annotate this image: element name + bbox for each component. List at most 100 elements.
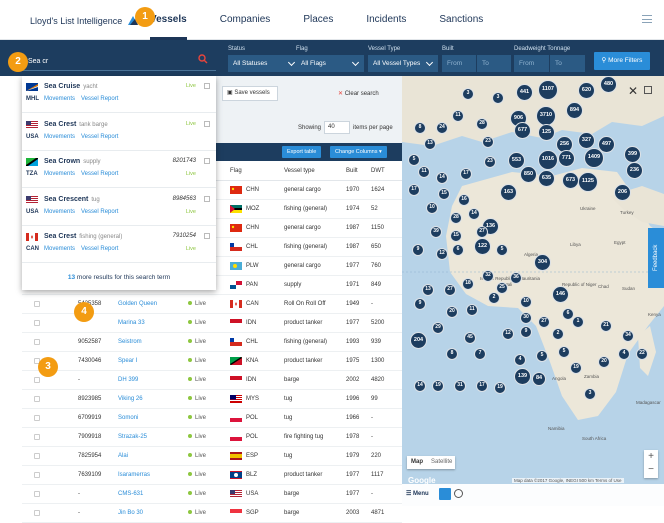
table-row[interactable]: - CMS-631 Live USA barge 1977 - bbox=[22, 485, 402, 504]
vessel-cluster[interactable]: 24 bbox=[436, 122, 448, 134]
row-checkbox[interactable] bbox=[34, 510, 40, 516]
per-page-select[interactable]: 40 bbox=[324, 121, 351, 134]
vessel-cluster[interactable]: 146 bbox=[552, 286, 569, 303]
vessel-cluster[interactable]: 163 bbox=[500, 184, 517, 201]
vessel-cluster[interactable]: 10 bbox=[426, 202, 438, 214]
search-result-item[interactable]: MHL Sea Cruise yacht Movements Vessel Report… bbox=[22, 76, 216, 113]
vessel-cluster[interactable]: 441 bbox=[516, 84, 533, 101]
vessel-cluster[interactable]: 27 bbox=[476, 226, 488, 238]
vessel-cluster[interactable]: 1409 bbox=[584, 148, 604, 168]
vessel-cluster[interactable]: 5 bbox=[408, 154, 420, 166]
vessel-cluster[interactable]: 13 bbox=[424, 138, 436, 150]
vessel-cluster[interactable]: 399 bbox=[624, 146, 641, 163]
search-input[interactable] bbox=[28, 55, 188, 67]
row-checkbox[interactable] bbox=[34, 472, 40, 478]
zoom-in-button[interactable]: + bbox=[644, 450, 658, 463]
flag-select[interactable]: All Flags bbox=[296, 55, 364, 72]
vessel-cluster[interactable]: 45 bbox=[464, 332, 476, 344]
row-checkbox[interactable] bbox=[34, 415, 40, 421]
result-checkbox[interactable] bbox=[204, 233, 210, 240]
vessel-cluster[interactable]: 553 bbox=[508, 152, 525, 169]
vessel-cluster[interactable]: 15 bbox=[450, 230, 462, 242]
vessel-cluster[interactable]: 771 bbox=[558, 150, 575, 167]
vessel-cluster[interactable]: 677 bbox=[514, 122, 531, 139]
vessel-cluster[interactable]: 14 bbox=[436, 172, 448, 184]
table-row[interactable]: 7909918 Strazak-25 Live POL fire fighting tu… bbox=[22, 428, 402, 447]
vessel-cluster[interactable]: 635 bbox=[538, 170, 555, 187]
vessel-cluster[interactable]: 8 bbox=[414, 122, 426, 134]
table-row[interactable]: 7825954 Alai Live ESP tug 1979 220 bbox=[22, 447, 402, 466]
vessel-cluster[interactable]: 15 bbox=[438, 188, 450, 200]
vessel-cluster[interactable]: 34 bbox=[622, 330, 634, 342]
vessel-cluster[interactable]: 30 bbox=[520, 312, 532, 324]
row-vessel-name[interactable]: Isaramerras bbox=[118, 472, 150, 478]
search-icon[interactable] bbox=[198, 54, 208, 64]
vessel-cluster[interactable]: 23 bbox=[482, 136, 494, 148]
row-checkbox[interactable] bbox=[34, 396, 40, 402]
row-vessel-name[interactable]: Spear I bbox=[118, 358, 137, 364]
movements-link[interactable]: Movements bbox=[44, 96, 75, 102]
vessel-cluster[interactable]: 19 bbox=[570, 362, 582, 374]
more-filters-button[interactable]: ⚲ More Filters bbox=[594, 52, 650, 70]
row-vessel-name[interactable]: CMS-631 bbox=[118, 491, 143, 497]
vessel-cluster[interactable]: 673 bbox=[562, 172, 579, 189]
result-vessel-name[interactable]: Sea Crown supply bbox=[44, 158, 101, 165]
row-checkbox[interactable] bbox=[34, 491, 40, 497]
movements-link[interactable]: Movements bbox=[44, 171, 75, 177]
vessel-cluster[interactable]: 1016 bbox=[538, 150, 558, 170]
vessel-cluster[interactable]: 9 bbox=[520, 326, 532, 338]
tab-sanctions[interactable]: Sanctions bbox=[439, 0, 516, 40]
map-attribution[interactable]: Map data ©2017 Google, INEGI 500 km Term… bbox=[512, 478, 624, 483]
vessel-cluster[interactable]: 28 bbox=[450, 212, 462, 224]
vessel-cluster[interactable]: 1107 bbox=[538, 80, 558, 100]
save-vessels-button[interactable]: ▣ Save vessels bbox=[222, 86, 278, 101]
table-row[interactable]: 9052587 Seistrom Live CHL fishing (general) 1… bbox=[22, 333, 402, 352]
vessel-cluster[interactable]: 8 bbox=[446, 348, 458, 360]
vessel-cluster[interactable]: 22 bbox=[636, 348, 648, 360]
vessel-cluster[interactable]: 14 bbox=[414, 380, 426, 392]
tab-incidents[interactable]: Incidents bbox=[366, 0, 439, 40]
vessel-report-link[interactable]: Vessel Report bbox=[81, 96, 118, 102]
row-checkbox[interactable] bbox=[34, 377, 40, 383]
expand-map-icon[interactable] bbox=[644, 86, 652, 94]
change-columns-button[interactable]: Change Columns ▾ bbox=[330, 146, 387, 158]
vessel-cluster[interactable]: 122 bbox=[474, 238, 491, 255]
map-menu-button[interactable]: ☰ Menu bbox=[406, 490, 429, 497]
vessel-type-select[interactable]: All Vessel Types bbox=[368, 55, 438, 72]
vessel-cluster[interactable]: 304 bbox=[534, 254, 551, 271]
vessel-map[interactable]: Ukraine Turkey Libya Egypt Algeria Chad Sudan M… bbox=[402, 76, 664, 506]
vessel-cluster[interactable]: 4 bbox=[618, 348, 630, 360]
row-checkbox[interactable] bbox=[34, 339, 40, 345]
vessel-cluster[interactable]: 6 bbox=[452, 244, 464, 256]
dwt-to-input[interactable]: To bbox=[550, 55, 585, 72]
more-results-link[interactable]: 13 more results for this search term bbox=[22, 265, 216, 290]
brand-logo[interactable]: Lloyd's List Intelligence bbox=[30, 14, 140, 28]
satellite-view-button[interactable]: Satellite bbox=[427, 456, 456, 469]
vessel-cluster[interactable]: 32 bbox=[482, 270, 494, 282]
vessel-cluster[interactable]: 23 bbox=[484, 156, 496, 168]
vessel-cluster[interactable]: 894 bbox=[566, 102, 583, 119]
result-vessel-name[interactable]: Sea Crest fishing (general) bbox=[44, 233, 122, 240]
close-map-icon[interactable]: ✕ bbox=[628, 84, 638, 98]
row-vessel-name[interactable]: Golden Queen bbox=[118, 301, 157, 307]
vessel-cluster[interactable]: 17 bbox=[408, 184, 420, 196]
search-result-item[interactable]: CAN Sea Crest fishing (general) Movements Ve… bbox=[22, 226, 216, 264]
vessel-cluster[interactable]: 620 bbox=[578, 82, 595, 99]
vessel-cluster[interactable]: 18 bbox=[462, 278, 474, 290]
vessel-cluster[interactable]: 1 bbox=[572, 316, 584, 328]
vessel-cluster[interactable]: 139 bbox=[514, 368, 531, 385]
vessel-cluster[interactable]: 11 bbox=[452, 110, 464, 122]
vessel-cluster[interactable]: 480 bbox=[600, 76, 617, 93]
built-from-input[interactable]: From bbox=[442, 55, 476, 72]
circle-tool-icon[interactable] bbox=[454, 489, 463, 498]
export-table-button[interactable]: Export table bbox=[282, 146, 322, 158]
result-checkbox[interactable] bbox=[204, 158, 210, 165]
vessel-cluster[interactable]: 9 bbox=[412, 244, 424, 256]
vessel-cluster[interactable]: 17 bbox=[460, 168, 472, 180]
vessel-cluster[interactable]: 1125 bbox=[578, 172, 598, 192]
row-vessel-name[interactable]: Somoni bbox=[118, 415, 138, 421]
vessel-cluster[interactable]: 125 bbox=[538, 124, 555, 141]
dwt-from-input[interactable]: From bbox=[514, 55, 549, 72]
vessel-cluster[interactable]: 20 bbox=[446, 306, 458, 318]
row-vessel-name[interactable]: Jin Bo 30 bbox=[118, 510, 143, 516]
